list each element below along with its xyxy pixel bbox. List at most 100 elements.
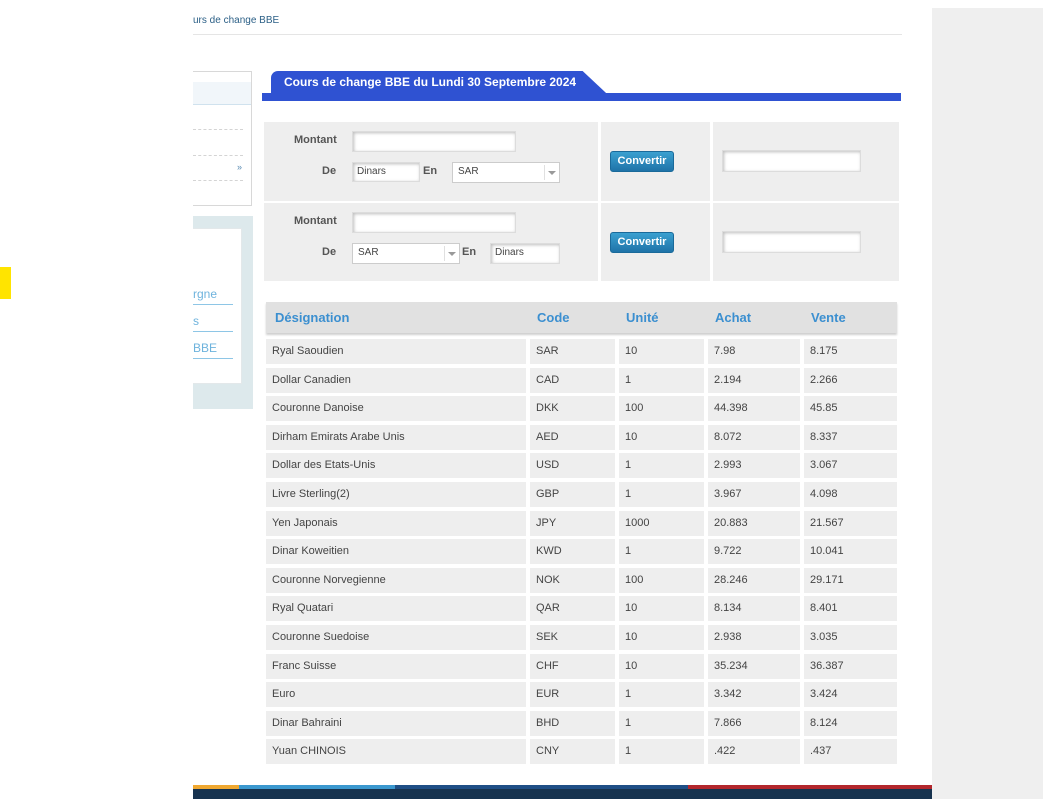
to-currency-select[interactable]: SAR [452, 162, 560, 183]
cell-designation: Franc Suisse [266, 654, 526, 679]
cell-achat: 7.866 [708, 711, 800, 736]
sidebar-links-box: rgne s BBE [193, 216, 253, 409]
cell-vente: 8.124 [804, 711, 897, 736]
cell-achat: 8.134 [708, 596, 800, 621]
sidebar-menu-header [193, 82, 251, 105]
cell-achat: 28.246 [708, 568, 800, 593]
cell-achat: 9.722 [708, 539, 800, 564]
cell-designation: Couronne Danoise [266, 396, 526, 421]
cell-designation: Euro [266, 682, 526, 707]
cell-code: SEK [530, 625, 615, 650]
cell-vente: 3.035 [804, 625, 897, 650]
cell-designation: Yen Japonais [266, 511, 526, 536]
cell-unite: 100 [619, 396, 704, 421]
sidebar-links-panel: rgne s BBE [193, 228, 242, 384]
cell-unite: 1000 [619, 511, 704, 536]
result-cell-2 [713, 203, 899, 281]
de-label: De [322, 165, 337, 177]
cell-achat: 3.967 [708, 482, 800, 507]
cell-achat: 35.234 [708, 654, 800, 679]
cell-vente: .437 [804, 739, 897, 764]
selected-value: SAR [458, 166, 479, 177]
cell-unite: 1 [619, 739, 704, 764]
cell-unite: 10 [619, 596, 704, 621]
cell-vente: 29.171 [804, 568, 897, 593]
cell-achat: 2.993 [708, 453, 800, 478]
cell-code: CNY [530, 739, 615, 764]
convert-cell-1: Convertir [601, 122, 710, 201]
cell-achat: 2.938 [708, 625, 800, 650]
cell-achat: 3.342 [708, 682, 800, 707]
cell-unite: 10 [619, 654, 704, 679]
cell-achat: 20.883 [708, 511, 800, 536]
cell-designation: Yuan CHINOIS [266, 739, 526, 764]
converter-form-2: Montant De SAR En Dinars [264, 203, 598, 281]
amount-input[interactable] [352, 212, 516, 233]
cell-vente: 4.098 [804, 482, 897, 507]
result-field[interactable] [722, 231, 861, 253]
sidebar-link[interactable]: BBE [193, 341, 233, 359]
right-panel [932, 8, 1043, 799]
column-header-designation: Désignation [275, 310, 350, 325]
cell-code: USD [530, 453, 615, 478]
yellow-marker [0, 267, 11, 299]
divider [193, 180, 243, 181]
column-header-unite: Unité [626, 310, 659, 325]
convert-button[interactable]: Convertir [610, 151, 674, 172]
cell-vente: 10.041 [804, 539, 897, 564]
cell-unite: 1 [619, 368, 704, 393]
chevron-down-icon[interactable] [544, 165, 559, 180]
cell-code: DKK [530, 396, 615, 421]
breadcrumb[interactable]: urs de change BBE [193, 15, 279, 26]
chevron-down-icon[interactable] [444, 246, 459, 261]
cell-designation: Dinar Bahraini [266, 711, 526, 736]
cell-code: AED [530, 425, 615, 450]
cell-unite: 1 [619, 453, 704, 478]
montant-label: Montant [294, 134, 337, 146]
cell-code: SAR [530, 339, 615, 364]
convert-cell-2: Convertir [601, 203, 710, 281]
cell-unite: 10 [619, 625, 704, 650]
en-label: En [423, 165, 438, 177]
selected-value: SAR [358, 247, 379, 258]
cell-designation: Livre Sterling(2) [266, 482, 526, 507]
cell-vente: 45.85 [804, 396, 897, 421]
cell-achat: 44.398 [708, 396, 800, 421]
cell-unite: 1 [619, 682, 704, 707]
cell-designation: Ryal Saoudien [266, 339, 526, 364]
cell-code: EUR [530, 682, 615, 707]
cell-designation: Dinar Koweitien [266, 539, 526, 564]
cell-designation: Couronne Suedoise [266, 625, 526, 650]
cell-code: BHD [530, 711, 615, 736]
divider [193, 155, 243, 156]
from-currency-field[interactable]: Dinars [352, 162, 420, 182]
cell-unite: 100 [619, 568, 704, 593]
page-title: Cours de change BBE du Lundi 30 Septembr… [271, 71, 607, 93]
sidebar-link[interactable]: s [193, 314, 233, 332]
sidebar-link[interactable]: rgne [193, 287, 233, 305]
montant-label: Montant [294, 215, 337, 227]
cell-achat: 2.194 [708, 368, 800, 393]
cell-unite: 10 [619, 339, 704, 364]
cell-vente: 8.401 [804, 596, 897, 621]
cell-designation: Dollar Canadien [266, 368, 526, 393]
result-cell-1 [713, 122, 899, 201]
cell-vente: 8.337 [804, 425, 897, 450]
cell-code: CAD [530, 368, 615, 393]
result-field[interactable] [722, 150, 861, 172]
cell-vente: 36.387 [804, 654, 897, 679]
converter-form-1: Montant De Dinars En SAR [264, 122, 598, 201]
from-currency-select[interactable]: SAR [352, 243, 460, 264]
convert-button[interactable]: Convertir [610, 232, 674, 253]
amount-input[interactable] [352, 131, 516, 152]
rates-table-header: Désignation Code Unité Achat Vente [266, 302, 897, 333]
chevron-down-icon[interactable]: » [237, 162, 242, 172]
cell-vente: 2.266 [804, 368, 897, 393]
to-currency-field[interactable]: Dinars [490, 243, 560, 264]
cell-achat: 8.072 [708, 425, 800, 450]
cell-achat: .422 [708, 739, 800, 764]
cell-designation: Dollar des Etats-Unis [266, 453, 526, 478]
cell-unite: 10 [619, 425, 704, 450]
divider [193, 129, 243, 130]
sidebar-menu-box: » [193, 71, 252, 206]
